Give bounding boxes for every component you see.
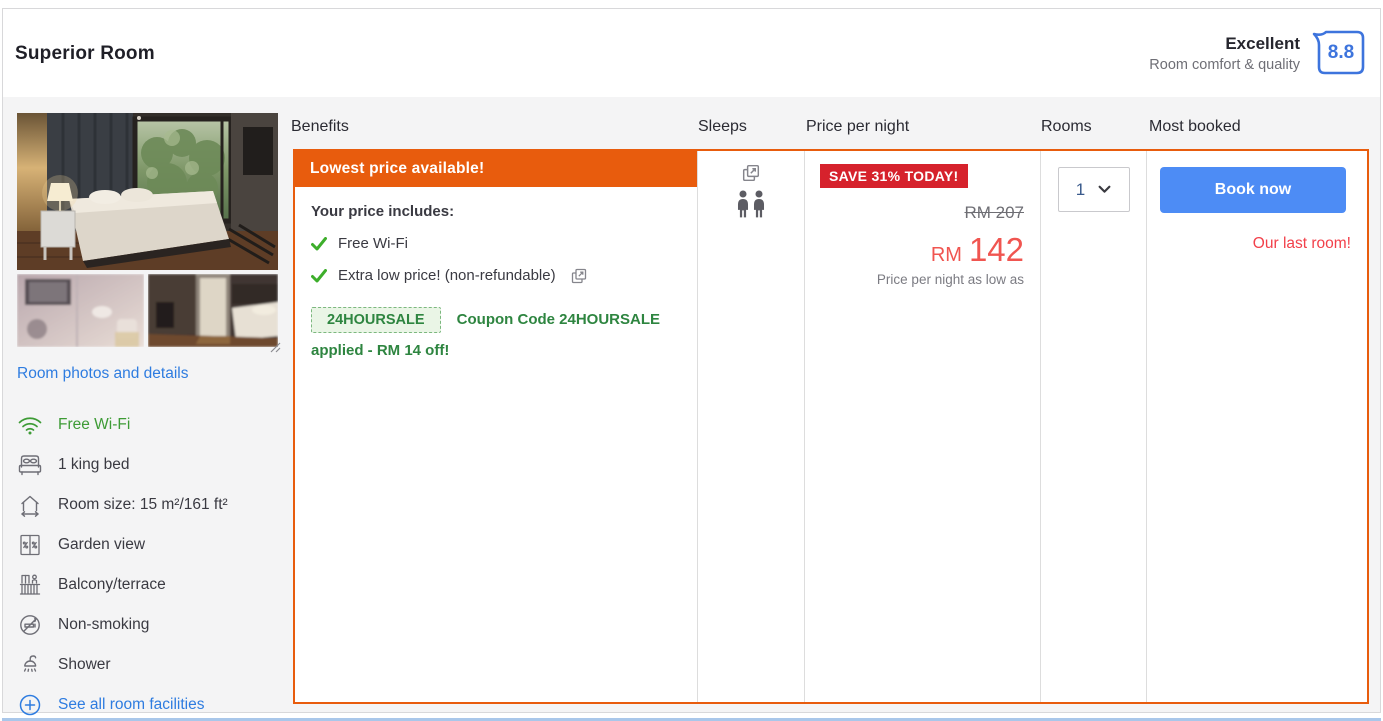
room-name-title: Superior Room	[15, 43, 155, 64]
header-benefits: Benefits	[291, 118, 349, 135]
rating-score-value: 8.8	[1327, 42, 1355, 63]
amenity-label: Shower	[58, 656, 111, 673]
rating-label: Excellent	[1225, 33, 1300, 53]
amenity-garden-view: Garden view	[17, 525, 279, 565]
benefit-label: Extra low price! (non-refundable)	[338, 267, 556, 284]
room-size-icon	[17, 492, 43, 518]
benefits-cell: Lowest price available! Your price inclu…	[295, 151, 698, 702]
chevron-down-icon	[1098, 185, 1111, 193]
rooms-cell: 1	[1041, 151, 1147, 702]
room-photo-main[interactable]	[17, 113, 278, 270]
see-all-facilities-link[interactable]: See all room facilities	[17, 685, 279, 721]
amenity-label: Garden view	[58, 536, 146, 553]
rating-score-badge: 8.8	[1312, 29, 1366, 77]
no-smoking-icon	[17, 612, 43, 638]
sleeps-cell	[698, 151, 805, 702]
check-icon	[311, 268, 327, 282]
occupancy-popup-icon[interactable]	[742, 164, 760, 182]
resize-handle-icon[interactable]	[269, 341, 281, 353]
shower-icon	[17, 652, 43, 678]
amenity-label: Balcony/terrace	[58, 576, 166, 593]
price-note: Price per night as low as	[876, 272, 1024, 287]
amenity-label: Free Wi-Fi	[58, 416, 131, 433]
room-photo-thumb-bathroom[interactable]	[17, 274, 144, 347]
currency-label: RM	[930, 244, 962, 266]
price-includes-title: Your price includes:	[311, 203, 455, 220]
amenity-label: Non-smoking	[58, 616, 150, 633]
details-popup-icon[interactable]	[571, 268, 587, 284]
included-benefit: Extra low price! (non-refundable)	[311, 267, 681, 284]
header-sleeps: Sleeps	[698, 118, 747, 135]
room-photos	[17, 113, 281, 355]
most-booked-cell: Book now Our last room!	[1147, 151, 1367, 702]
rooms-selected-value: 1	[1075, 179, 1086, 199]
benefit-label: Free Wi-Fi	[338, 235, 408, 252]
amenities-list: Free Wi-Fi 1 king bed Room size: 15 m²/1…	[17, 405, 279, 721]
current-price: RM 142	[877, 231, 1024, 269]
coupon-code-tag: 24HOURSALE	[311, 307, 441, 333]
see-all-facilities-label: See all room facilities	[58, 696, 205, 713]
bed-icon	[17, 452, 43, 478]
wifi-icon	[17, 412, 43, 438]
amenity-king-bed: 1 king bed	[17, 445, 279, 485]
amenity-balcony: Balcony/terrace	[17, 565, 279, 605]
header-most-booked: Most booked	[1149, 118, 1241, 135]
room-photos-details-link[interactable]: Room photos and details	[17, 365, 188, 383]
included-benefit: Free Wi-Fi	[311, 235, 681, 252]
price-amount: 142	[968, 231, 1024, 268]
room-card: Superior Room Excellent Room comfort & q…	[2, 8, 1381, 716]
amenity-shower: Shower	[17, 645, 279, 685]
book-now-button[interactable]: Book now	[1160, 167, 1346, 213]
plus-circle-icon	[17, 692, 43, 718]
room-listing-page: Superior Room Excellent Room comfort & q…	[0, 0, 1383, 721]
original-price: RM 207	[964, 203, 1024, 222]
lowest-price-banner: Lowest price available!	[295, 151, 697, 187]
save-badge: SAVE 31% TODAY!	[820, 164, 968, 188]
amenity-free-wifi: Free Wi-Fi	[17, 405, 279, 445]
garden-view-icon	[17, 532, 43, 558]
rating-block: Excellent Room comfort & quality 8.8	[1149, 29, 1366, 77]
amenity-label: Room size: 15 m²/161 ft²	[58, 496, 228, 513]
header-rooms: Rooms	[1041, 118, 1092, 135]
header-price-per-night: Price per night	[806, 118, 910, 135]
check-icon	[311, 236, 327, 250]
amenity-non-smoking: Non-smoking	[17, 605, 279, 645]
urgency-message: Our last room!	[1252, 235, 1351, 252]
price-cell: SAVE 31% TODAY! RM 207 RM 142 Price per n…	[805, 151, 1041, 702]
rooms-select[interactable]: 1	[1057, 167, 1130, 212]
coupon-message: 24HOURSALE Coupon Code 24HOURSALE applie…	[311, 304, 687, 366]
balcony-icon	[17, 572, 43, 598]
occupancy-two-adults-icon	[698, 190, 804, 223]
rating-sublabel: Room comfort & quality	[1149, 56, 1300, 73]
room-offer-row: Lowest price available! Your price inclu…	[293, 149, 1369, 704]
amenity-label: 1 king bed	[58, 456, 130, 473]
room-photo-thumb-bedroom[interactable]	[148, 274, 278, 347]
amenity-room-size: Room size: 15 m²/161 ft²	[17, 485, 279, 525]
